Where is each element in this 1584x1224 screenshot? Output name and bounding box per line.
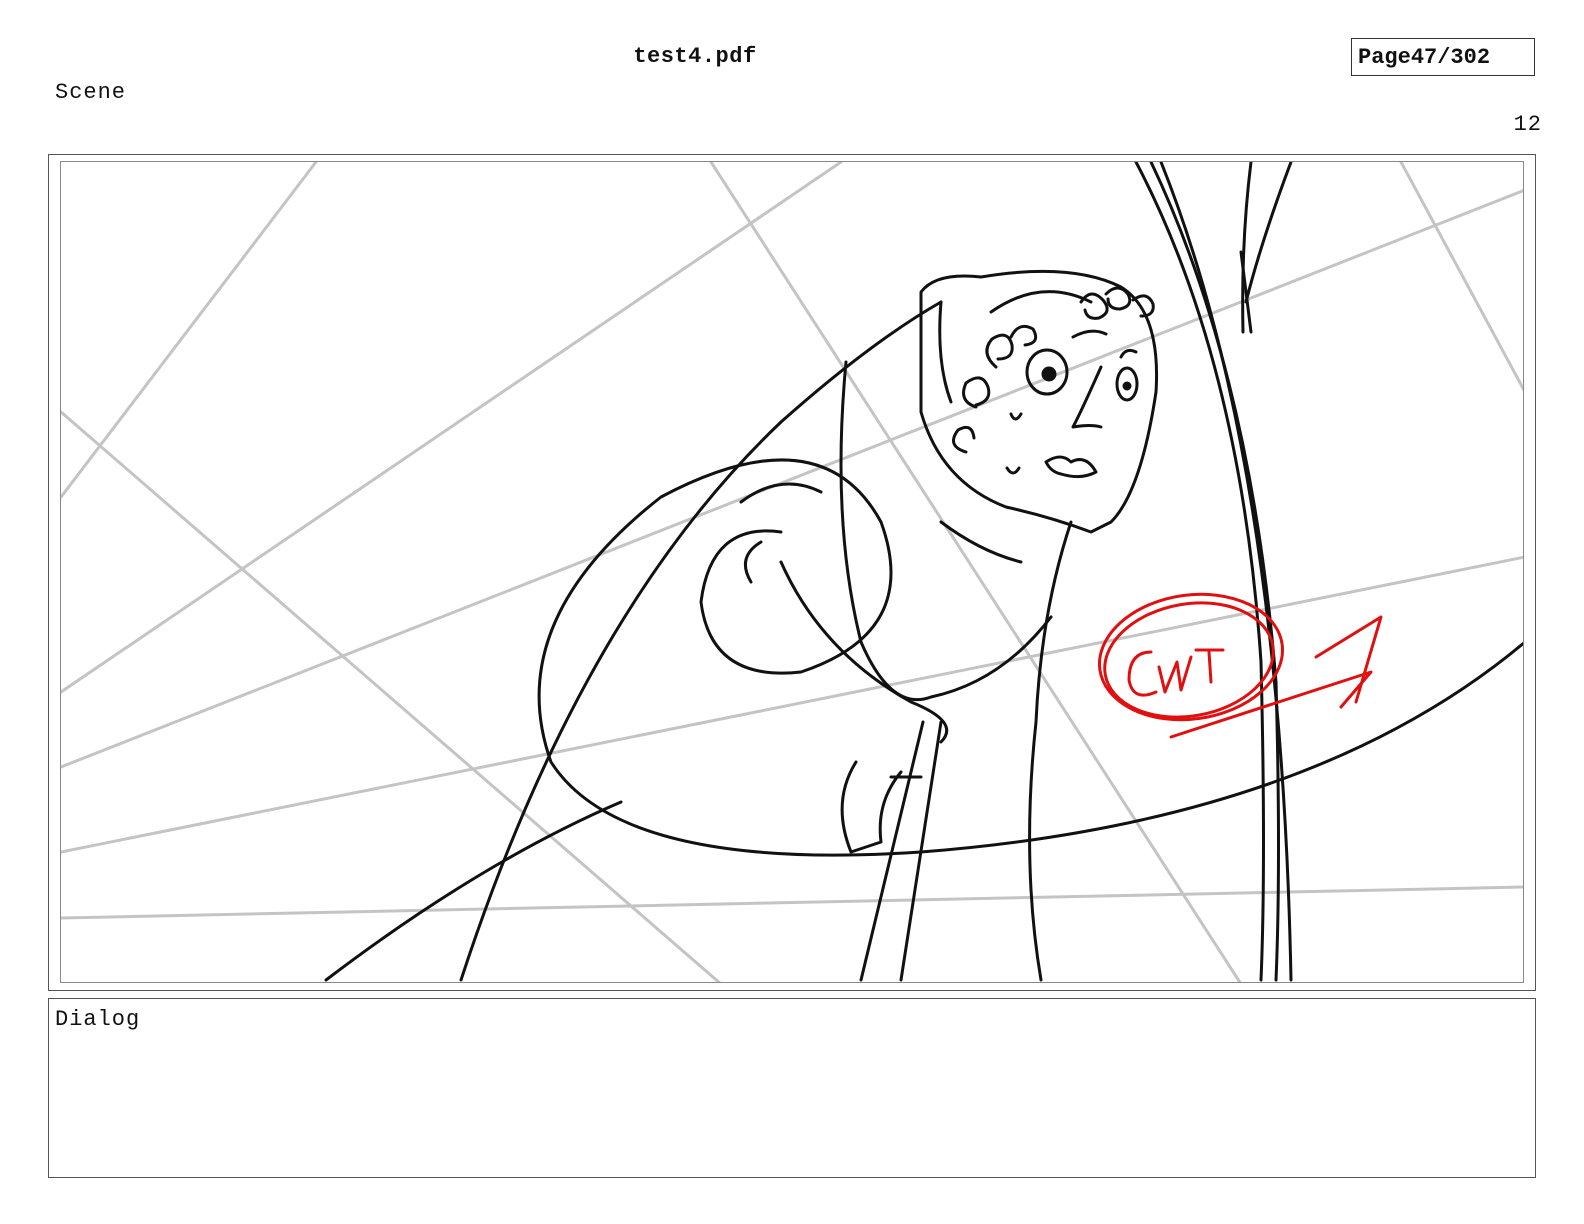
character-sketch xyxy=(324,162,1523,982)
page-number: 47/302 xyxy=(1410,44,1491,70)
page-indicator: Page 47/302 xyxy=(1351,38,1535,76)
scene-number: 12 xyxy=(1513,112,1542,137)
perspective-guides xyxy=(61,162,1523,982)
storyboard-sketch xyxy=(61,162,1523,982)
document-title: test4.pdf xyxy=(633,44,757,69)
page-label: Page xyxy=(1358,44,1411,70)
dialog-box: Dialog xyxy=(48,998,1536,1178)
cut-annotation xyxy=(1097,592,1383,739)
scene-label: Scene xyxy=(55,80,127,105)
dialog-label: Dialog xyxy=(55,1007,141,1032)
storyboard-panel xyxy=(60,161,1524,983)
